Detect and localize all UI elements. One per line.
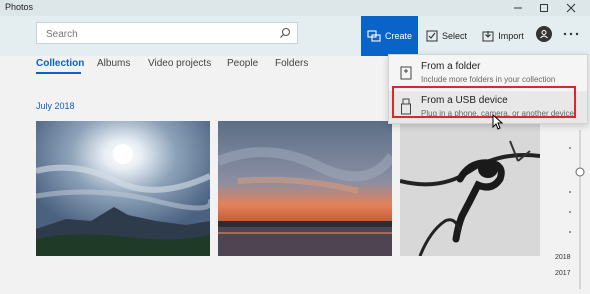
timeline-scrubber[interactable]: 2018 2017	[548, 120, 588, 289]
usb-icon	[401, 98, 411, 115]
photo-sunset-sea	[218, 121, 392, 256]
app-title: Photos	[5, 2, 34, 12]
minimize-button[interactable]	[507, 0, 529, 16]
import-icon	[482, 31, 494, 42]
search-icon[interactable]	[279, 27, 291, 39]
tab-folders[interactable]: Folders	[275, 58, 308, 69]
tab-collection[interactable]: Collection	[36, 58, 84, 69]
menu-item-title: From a USB device	[421, 95, 508, 106]
menu-item-from-usb[interactable]: From a USB device Plug in a phone, camer…	[389, 91, 587, 123]
photo-thumbnail[interactable]	[36, 121, 210, 256]
timeline-year[interactable]: 2017	[555, 270, 571, 277]
search-box[interactable]	[36, 22, 298, 44]
tab-video-projects[interactable]: Video projects	[148, 58, 211, 69]
tab-people[interactable]: People	[227, 58, 258, 69]
account-avatar[interactable]	[536, 26, 552, 42]
create-label: Create	[384, 31, 412, 41]
toolbar: Create Select Import	[0, 16, 590, 56]
tab-albums[interactable]: Albums	[97, 58, 130, 69]
menu-item-subtitle: Include more folders in your collection	[421, 75, 556, 84]
import-dropdown-menu: From a folder Include more folders in yo…	[388, 54, 588, 124]
photo-thumbnail[interactable]	[400, 121, 540, 256]
person-icon	[540, 30, 548, 39]
create-icon	[367, 30, 381, 42]
menu-item-from-folder[interactable]: From a folder Include more folders in yo…	[389, 57, 587, 89]
active-tab-indicator	[36, 72, 81, 74]
select-icon	[426, 30, 438, 42]
mouse-cursor-icon	[492, 114, 504, 130]
close-icon	[566, 3, 576, 13]
maximize-icon	[540, 4, 548, 12]
import-button[interactable]: Import	[478, 16, 528, 56]
photo-sky-mountains	[36, 121, 210, 256]
create-button[interactable]: Create	[361, 16, 418, 56]
search-input[interactable]	[44, 26, 278, 42]
photo-thumbnail[interactable]	[218, 121, 392, 256]
timeline-track	[569, 130, 585, 289]
maximize-button[interactable]	[533, 0, 555, 16]
select-button[interactable]: Select	[424, 16, 469, 56]
folder-icon	[400, 66, 412, 80]
select-label: Select	[441, 31, 467, 41]
close-button[interactable]	[560, 0, 582, 16]
more-options-icon[interactable]	[562, 28, 580, 40]
title-bar: Photos	[0, 0, 590, 16]
timeline-year[interactable]: 2018	[555, 254, 571, 261]
menu-item-title: From a folder	[421, 61, 481, 72]
import-label: Import	[498, 31, 524, 41]
date-group-heading: July 2018	[36, 101, 75, 111]
minimize-icon	[514, 7, 522, 9]
photo-monkey-silhouette	[400, 121, 540, 256]
